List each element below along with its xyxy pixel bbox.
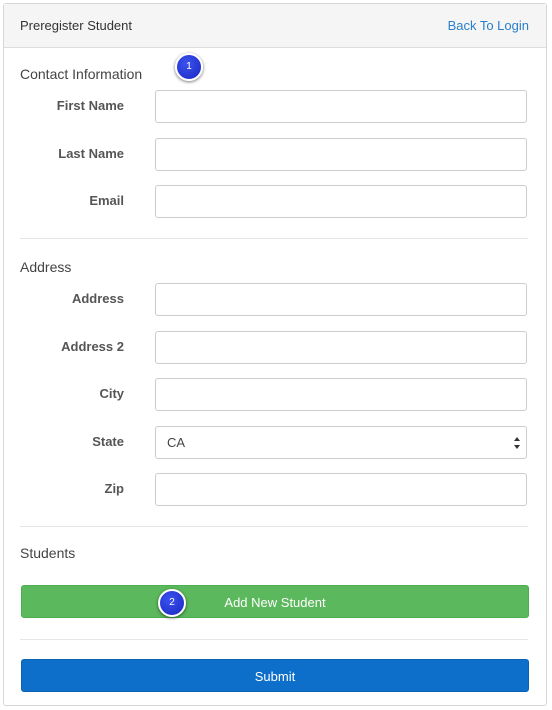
page-title: Preregister Student xyxy=(20,18,133,33)
address-row: Address xyxy=(4,283,544,316)
state-select-value: CA xyxy=(167,435,186,450)
address-section-title: Address xyxy=(20,259,72,275)
zip-row: Zip xyxy=(4,473,544,506)
divider xyxy=(20,238,528,239)
divider xyxy=(20,526,528,527)
students-section-title: Students xyxy=(20,545,76,561)
first-name-input[interactable] xyxy=(155,90,527,123)
address-input[interactable] xyxy=(155,283,527,316)
submit-button[interactable]: Submit xyxy=(21,659,529,692)
preregister-panel: Preregister Student Back To Login Contac… xyxy=(3,3,547,706)
address2-row: Address 2 xyxy=(4,331,544,364)
contact-section-title: Contact Information xyxy=(20,66,143,82)
last-name-input[interactable] xyxy=(155,138,527,171)
email-label: Email xyxy=(89,193,124,208)
add-new-student-button[interactable]: Add New Student xyxy=(21,585,529,618)
step-badge-1: 1 xyxy=(175,53,203,81)
last-name-label: Last Name xyxy=(58,146,124,161)
state-label: State xyxy=(92,434,124,449)
zip-input[interactable] xyxy=(155,473,527,506)
last-name-row: Last Name xyxy=(4,138,544,171)
back-to-login-link[interactable]: Back To Login xyxy=(448,18,529,33)
first-name-row: First Name xyxy=(4,90,544,123)
state-row: State CA xyxy=(4,426,544,459)
first-name-label: First Name xyxy=(56,98,124,113)
email-row: Email xyxy=(4,185,544,218)
step-badge-2: 2 xyxy=(158,589,186,617)
state-select[interactable]: CA xyxy=(155,426,527,459)
divider xyxy=(20,639,528,640)
address2-label: Address 2 xyxy=(61,339,124,354)
address2-input[interactable] xyxy=(155,331,527,364)
city-input[interactable] xyxy=(155,378,527,411)
city-label: City xyxy=(99,386,124,401)
city-row: City xyxy=(4,378,544,411)
updown-arrows-icon xyxy=(514,437,520,449)
address-label: Address xyxy=(71,291,124,306)
zip-label: Zip xyxy=(104,481,125,496)
panel-header: Preregister Student Back To Login xyxy=(4,4,546,48)
email-input[interactable] xyxy=(155,185,527,218)
